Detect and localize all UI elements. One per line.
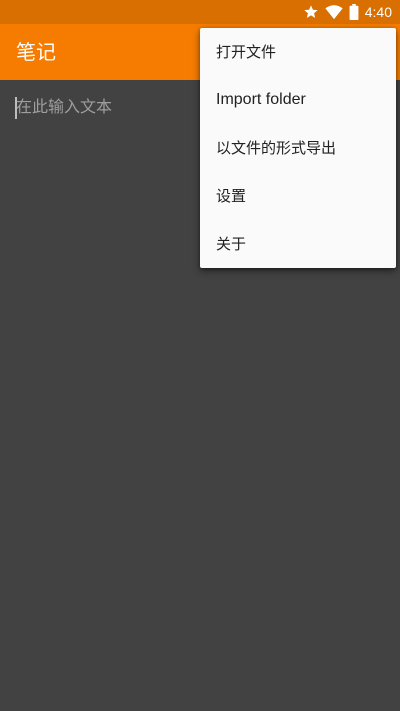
menu-item-open-file[interactable]: 打开文件 [200,28,396,76]
battery-icon [349,4,359,20]
menu-item-about[interactable]: 关于 [200,220,396,268]
overflow-menu: 打开文件 Import folder 以文件的形式导出 设置 关于 [200,28,396,268]
status-time: 4:40 [364,4,392,20]
status-icons: 4:40 [303,0,392,24]
menu-item-import-folder[interactable]: Import folder [200,76,396,124]
text-cursor [15,97,17,119]
wifi-icon [325,4,343,20]
status-bar: 4:40 [0,0,400,24]
star-icon [303,4,319,20]
menu-item-settings[interactable]: 设置 [200,172,396,220]
menu-item-export-as-file[interactable]: 以文件的形式导出 [200,124,396,172]
app-title: 笔记 [16,40,56,64]
